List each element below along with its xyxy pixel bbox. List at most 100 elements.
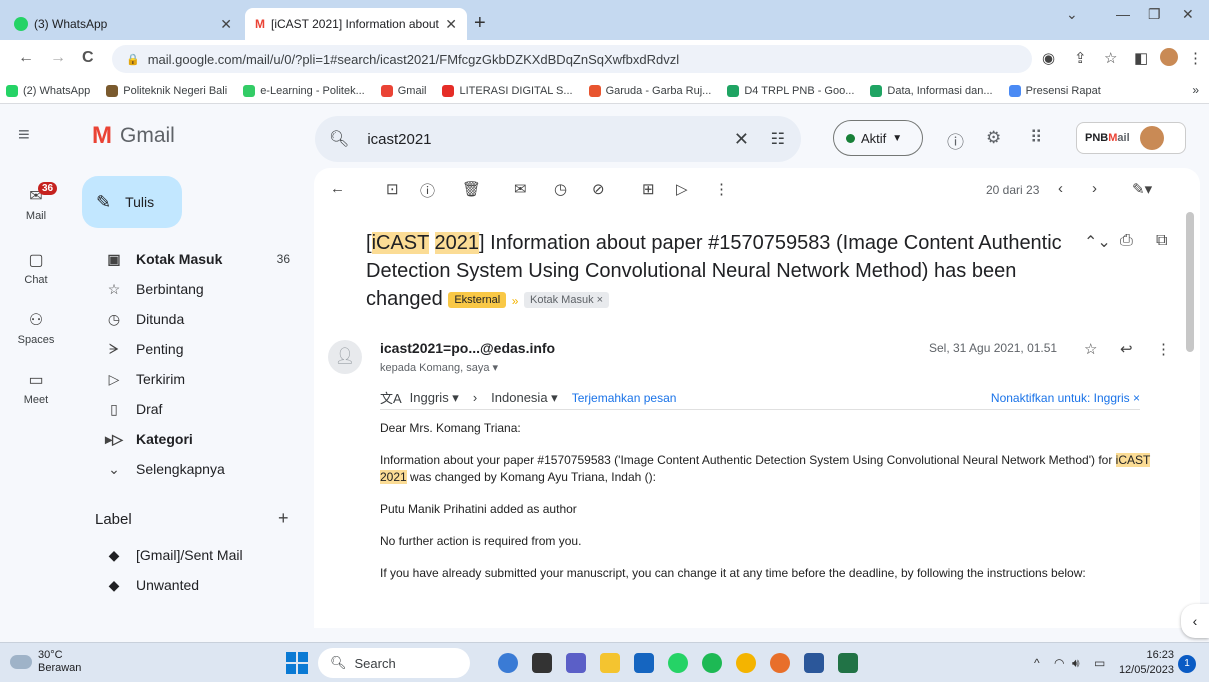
bookmark-item[interactable]: (2) WhatsApp — [6, 84, 90, 97]
profile-avatar[interactable] — [1160, 48, 1178, 66]
bookmark-item[interactable]: Data, Informasi dan... — [870, 84, 993, 97]
volume-icon[interactable]: 🔊︎ — [1072, 656, 1080, 671]
rail-mail[interactable]: ✉ Mail 36 — [0, 182, 72, 222]
bookmark-item[interactable]: LITERASI DIGITAL S... — [442, 84, 573, 97]
more-icon[interactable]: ⋮ — [714, 180, 729, 198]
excel-icon[interactable] — [838, 653, 858, 673]
close-icon[interactable]: ✕ — [220, 16, 232, 33]
notification-badge[interactable]: 1 — [1178, 655, 1196, 673]
taskbar-search[interactable]: 🔍︎ Search — [318, 648, 470, 678]
status-dropdown[interactable]: Aktif ▼ — [833, 120, 923, 156]
print-icon[interactable]: ⎙ — [1120, 232, 1133, 250]
address-bar[interactable]: 🔒 mail.google.com/mail/u/0/?pli=1#search… — [112, 45, 1032, 73]
restore-button[interactable]: ❐ — [1148, 6, 1161, 23]
clock[interactable]: 16:23 12/05/2023 — [1112, 648, 1174, 678]
bookmark-item[interactable]: Politeknik Negeri Bali — [106, 84, 227, 97]
source-language-select[interactable]: Inggris ▾ — [410, 390, 459, 406]
mail-app-icon[interactable] — [634, 653, 654, 673]
apps-grid-icon[interactable]: ⠿ — [1030, 128, 1042, 148]
close-window-button[interactable]: ✕ — [1182, 6, 1194, 23]
search-bar[interactable]: 🔍︎ icast2021 ✕ ☷ — [315, 116, 801, 162]
add-label-button[interactable]: + — [278, 508, 289, 529]
wifi-icon[interactable]: ◠ — [1054, 656, 1064, 670]
bookmark-item[interactable]: Gmail — [380, 84, 426, 97]
copilot-icon[interactable] — [498, 653, 518, 673]
paint-app-icon[interactable] — [770, 653, 790, 673]
task-view-icon[interactable] — [532, 653, 552, 673]
importance-marker-icon[interactable]: » — [512, 294, 519, 308]
compose-button[interactable]: ✎ Tulis — [82, 176, 182, 228]
tab-gmail[interactable]: M [iCAST 2021] Information about ✕ — [245, 8, 467, 40]
delete-icon[interactable]: 🗑︎ — [462, 180, 481, 198]
bookmark-item[interactable]: Presensi Rapat — [1008, 84, 1101, 97]
label-item[interactable]: ◆ Unwanted — [72, 570, 306, 600]
whatsapp-app-icon[interactable] — [668, 653, 688, 673]
bookmark-item[interactable]: Garuda - Garba Ruj... — [588, 84, 711, 97]
bookmark-item[interactable]: e-Learning - Politek... — [243, 84, 365, 97]
tab-search-icon[interactable]: ⌄ — [1066, 6, 1078, 23]
rail-spaces[interactable]: ⚇ Spaces — [0, 310, 72, 346]
gmail-logo[interactable]: M Gmail — [92, 122, 175, 150]
search-icon[interactable]: 🔍︎ — [329, 129, 349, 149]
recipients[interactable]: kepada Komang, saya ▾ — [380, 361, 498, 374]
reload-button[interactable]: C — [82, 49, 94, 67]
scrollbar[interactable] — [1186, 212, 1194, 352]
label-item[interactable]: ◆ [Gmail]/Sent Mail — [72, 540, 306, 570]
sidepanel-icon[interactable]: ◧ — [1134, 49, 1148, 67]
sidebar-item[interactable]: ▸▷ Kategori — [72, 424, 306, 454]
tab-whatsapp[interactable]: (3) WhatsApp ✕ — [4, 8, 242, 40]
input-tools-icon[interactable]: ✎▾ — [1132, 180, 1152, 198]
report-spam-icon[interactable]: ⓘ — [420, 180, 435, 201]
side-panel-toggle[interactable]: ‹ — [1181, 604, 1209, 638]
new-tab-button[interactable]: + — [474, 12, 486, 35]
word-icon[interactable] — [804, 653, 824, 673]
close-icon[interactable]: ✕ — [445, 16, 457, 33]
tray-chevron-icon[interactable]: ^ — [1034, 656, 1040, 670]
minimize-button[interactable]: — — [1116, 6, 1130, 22]
share-icon[interactable]: ⇪ — [1074, 49, 1087, 67]
bookmark-item[interactable]: D4 TRPL PNB - Goo... — [727, 84, 854, 97]
expand-all-icon[interactable]: ⌃⌄ — [1084, 232, 1111, 252]
chrome-icon[interactable] — [736, 653, 756, 673]
bookmarks-more-button[interactable]: » — [1192, 83, 1199, 97]
reply-icon[interactable]: ↩ — [1120, 340, 1133, 358]
sidebar-item[interactable]: ᗒ Penting — [72, 334, 306, 364]
archive-icon[interactable]: ⊡ — [386, 180, 399, 198]
label-icon[interactable]: ▷ — [676, 180, 688, 198]
star-icon[interactable]: ☆ — [1084, 340, 1097, 358]
back-button[interactable]: ← — [18, 49, 34, 67]
move-to-icon[interactable]: ⊞ — [642, 180, 655, 198]
file-explorer-icon[interactable] — [600, 653, 620, 673]
main-menu-icon[interactable]: ≡ — [18, 124, 30, 147]
back-to-list-icon[interactable]: ← — [330, 180, 345, 197]
menu-icon[interactable]: ⋮ — [1188, 49, 1203, 67]
newer-icon[interactable]: ‹ — [1058, 180, 1063, 197]
avatar[interactable] — [1139, 126, 1164, 150]
sidebar-item[interactable]: ☆ Berbintang — [72, 274, 306, 304]
pnb-mail-logo[interactable]: PNB Mail — [1076, 122, 1186, 154]
windows-start-icon[interactable] — [286, 652, 308, 674]
search-input[interactable]: icast2021 — [367, 131, 431, 148]
open-new-window-icon[interactable]: ⧉ — [1156, 232, 1167, 250]
disable-translate-link[interactable]: Nonaktifkan untuk: Inggris × — [991, 391, 1140, 405]
inbox-label-chip[interactable]: Kotak Masuk × — [523, 291, 610, 308]
bookmark-star-icon[interactable]: ☆ — [1104, 49, 1117, 67]
forward-button[interactable]: → — [50, 49, 66, 67]
rail-meet[interactable]: ▭ Meet — [0, 370, 72, 406]
spotify-icon[interactable] — [702, 653, 722, 673]
translate-message-link[interactable]: Terjemahkan pesan — [572, 391, 677, 405]
snooze-icon[interactable]: ◷ — [554, 180, 567, 198]
sidebar-item[interactable]: ◷ Ditunda — [72, 304, 306, 334]
sidebar-item[interactable]: ▣ Kotak Masuk 36 — [72, 244, 306, 274]
sidebar-item[interactable]: ▯ Draf — [72, 394, 306, 424]
message-more-icon[interactable]: ⋮ — [1156, 340, 1171, 358]
older-icon[interactable]: › — [1092, 180, 1097, 197]
rail-chat[interactable]: ▢ Chat — [0, 250, 72, 286]
battery-icon[interactable]: ▭ — [1094, 656, 1105, 670]
add-task-icon[interactable]: ⊘ — [592, 180, 605, 198]
sidebar-item[interactable]: ⌄ Selengkapnya — [72, 454, 306, 484]
gear-icon[interactable]: ⚙ — [986, 128, 1001, 148]
weather-widget[interactable]: 30°C Berawan — [10, 649, 81, 675]
clear-search-icon[interactable]: ✕ — [734, 129, 749, 150]
sidebar-item[interactable]: ▷ Terkirim — [72, 364, 306, 394]
